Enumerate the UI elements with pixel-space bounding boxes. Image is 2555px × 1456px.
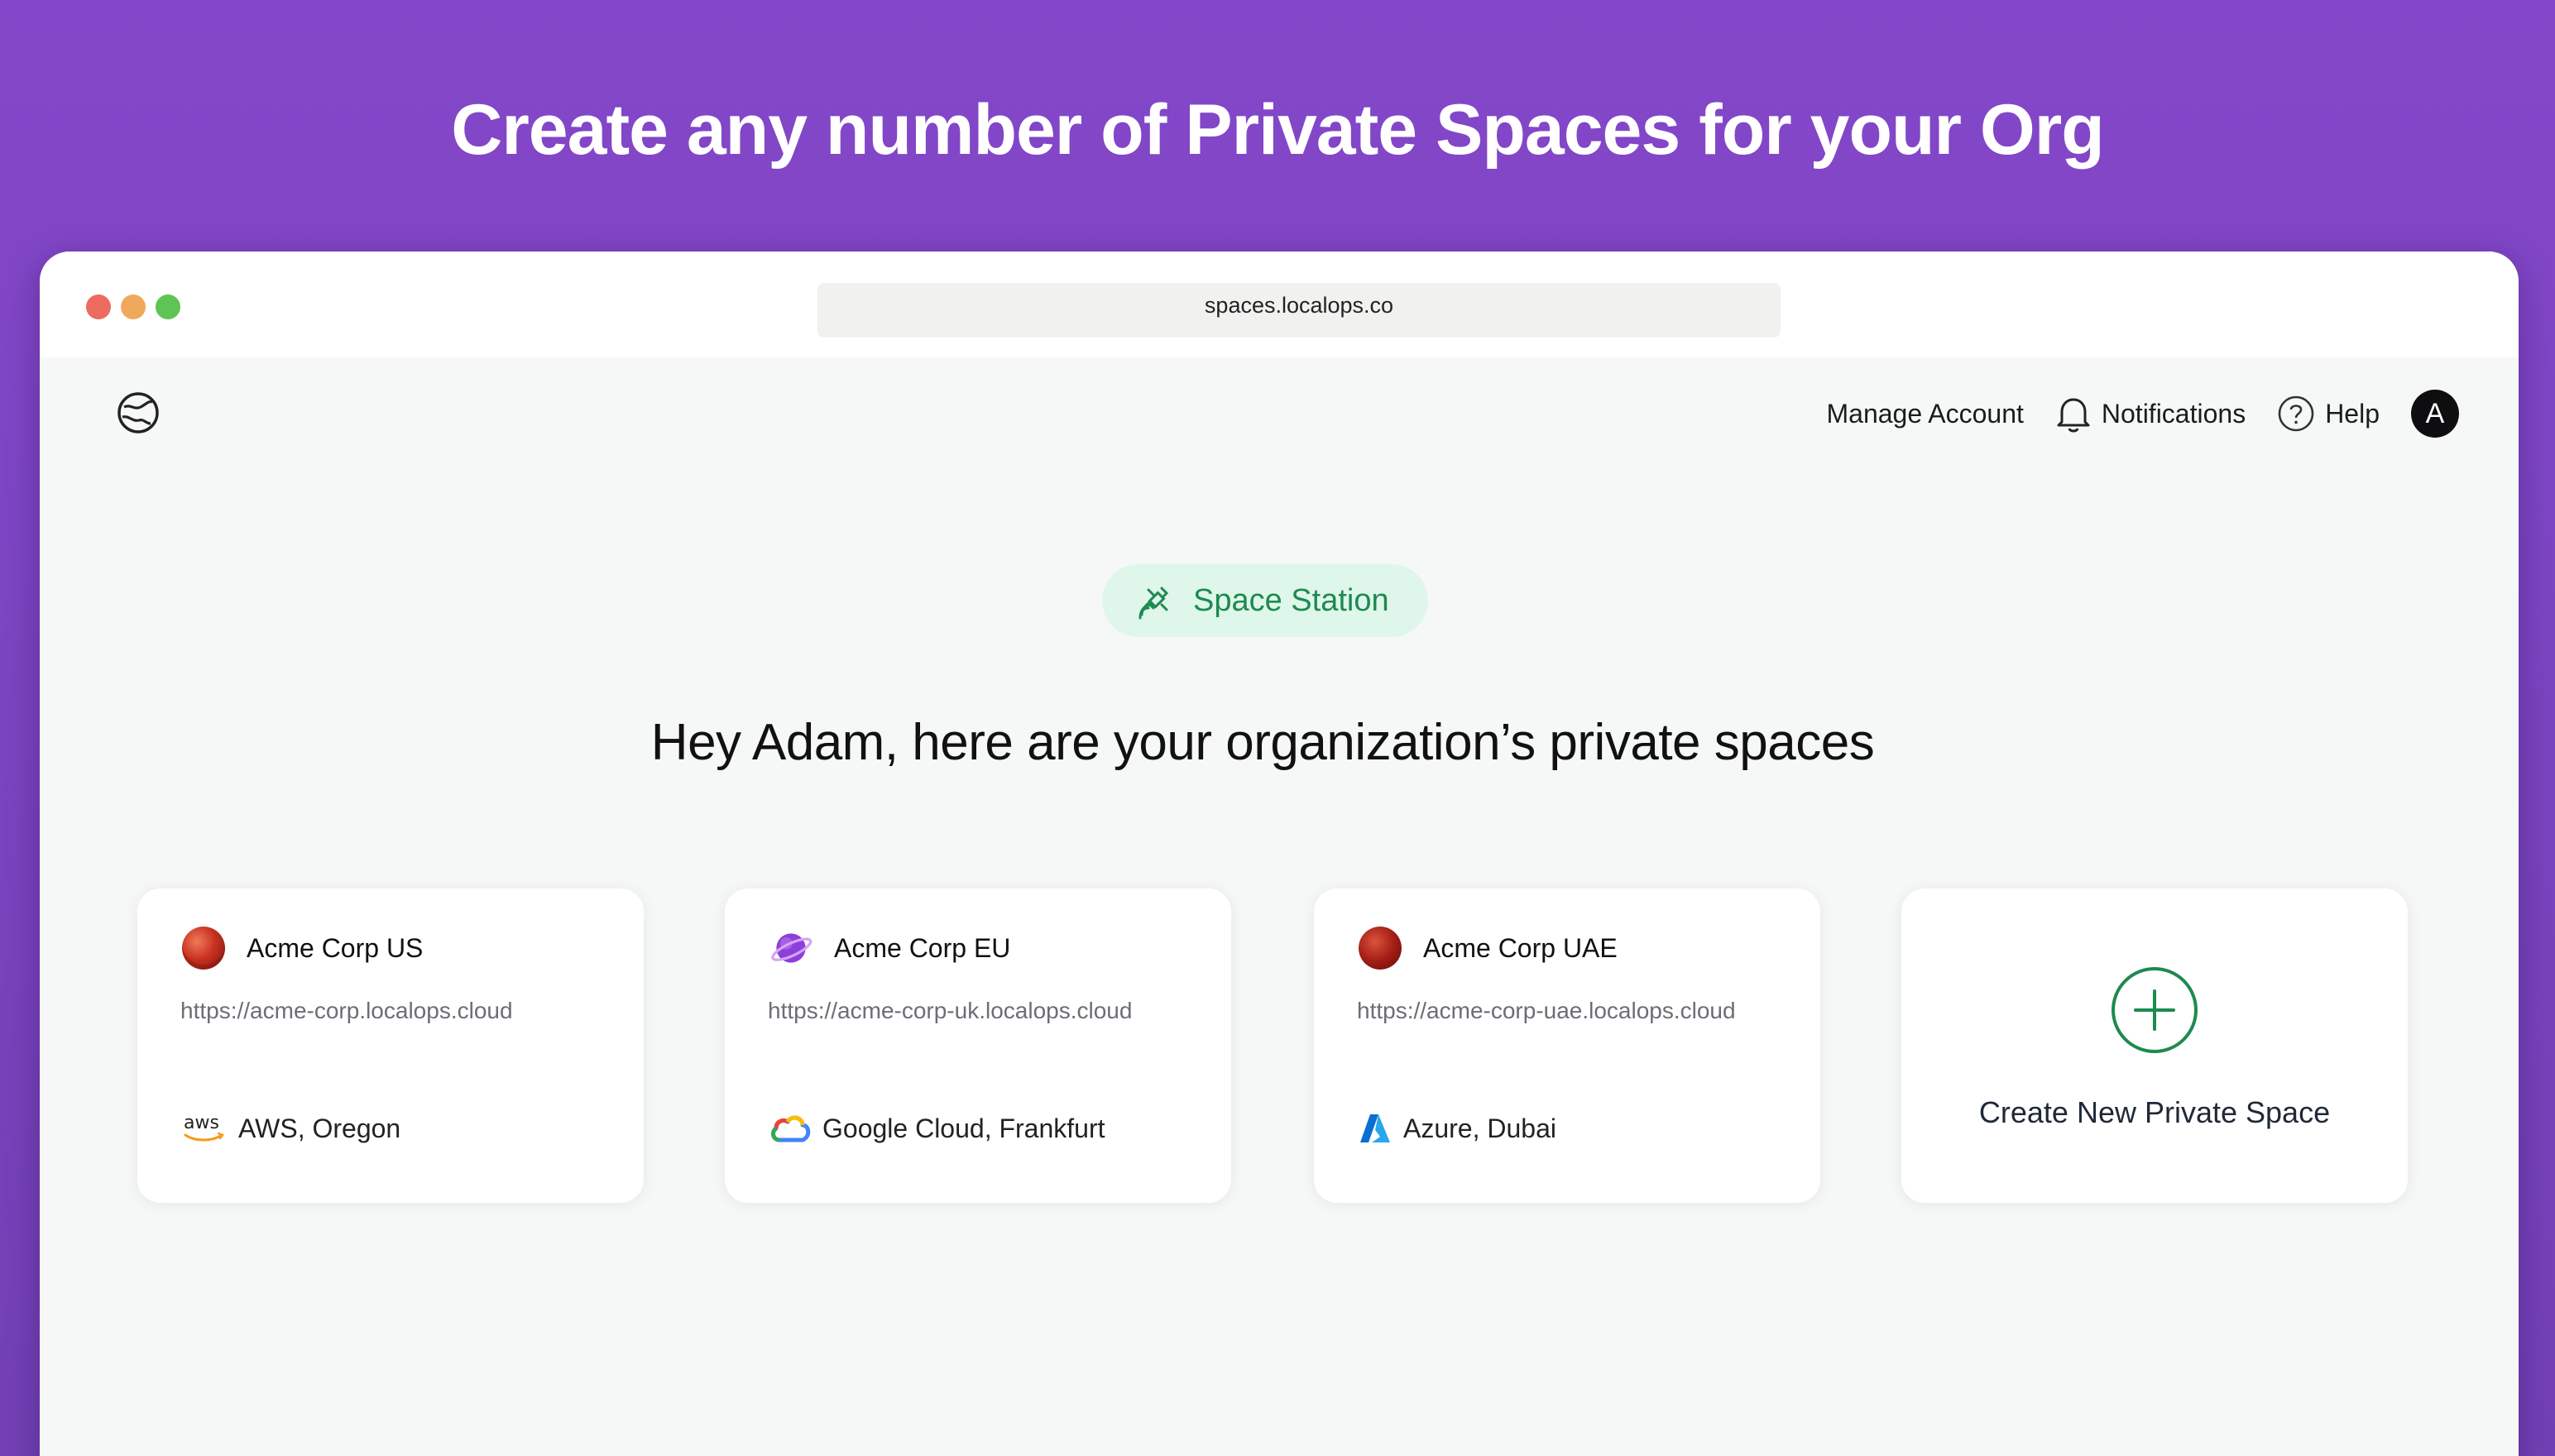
help-label: Help: [2325, 398, 2380, 429]
top-nav: Manage Account Notifications Help A: [40, 357, 2519, 457]
help-link[interactable]: Help: [2277, 395, 2380, 433]
browser-window: spaces.localops.co Manage Account Notifi…: [40, 251, 2519, 1456]
headline: Create any number of Private Spaces for …: [451, 90, 2105, 170]
space-provider-label: Azure, Dubai: [1403, 1113, 1556, 1143]
question-circle-icon: [2278, 395, 2314, 432]
minimize-window-button[interactable]: [121, 295, 146, 319]
google-cloud-icon: [771, 1115, 811, 1142]
space-provider: Azure, Dubai: [1359, 1112, 1556, 1145]
space-station-badge: Space Station: [1102, 564, 1428, 637]
manage-account-label: Manage Account: [1826, 398, 2024, 429]
space-url[interactable]: https://acme-corp-uk.localops.cloud: [768, 998, 1132, 1024]
maximize-window-button[interactable]: [156, 295, 180, 319]
mars-icon: [1359, 927, 1402, 970]
create-space-label: Create New Private Space: [1978, 1095, 2331, 1129]
address-bar[interactable]: spaces.localops.co: [817, 283, 1781, 338]
aws-icon: aws: [184, 1113, 224, 1142]
space-provider: aws AWS, Oregon: [182, 1112, 400, 1145]
space-card[interactable]: Acme Corp EU https://acme-corp-uk.localo…: [725, 888, 1231, 1203]
azure-icon: [1360, 1114, 1390, 1142]
space-station-label: Space Station: [1193, 582, 1389, 618]
notifications-label: Notifications: [2101, 398, 2246, 429]
manage-account-link[interactable]: Manage Account: [1827, 399, 2024, 429]
space-card[interactable]: Acme Corp US https://acme-corp.localops.…: [137, 888, 644, 1203]
close-window-button[interactable]: [86, 295, 111, 319]
space-card[interactable]: Acme Corp UAE https://acme-corp-uae.loca…: [1314, 888, 1820, 1203]
ringed-planet-icon: [771, 933, 813, 963]
space-url[interactable]: https://acme-corp.localops.cloud: [180, 998, 513, 1024]
space-card-header: Acme Corp UAE: [1359, 927, 1618, 970]
nav-actions: Manage Account Notifications Help A: [1795, 390, 2459, 438]
space-url[interactable]: https://acme-corp-uae.localops.cloud: [1357, 998, 1736, 1024]
space-name: Acme Corp EU: [834, 932, 1011, 963]
space-name: Acme Corp UAE: [1423, 932, 1618, 963]
space-name: Acme Corp US: [247, 932, 424, 963]
red-planet-icon: [182, 927, 225, 970]
notifications-link[interactable]: Notifications: [2055, 394, 2246, 433]
satellite-icon: [1138, 587, 1169, 620]
browser-titlebar: spaces.localops.co: [40, 251, 2519, 357]
space-card-header: Acme Corp EU: [769, 927, 1010, 970]
globe-logo-icon[interactable]: [116, 390, 161, 435]
svg-text:aws: aws: [184, 1113, 219, 1133]
page-greeting: Hey Adam, here are your organization’s p…: [650, 714, 1875, 771]
space-provider-label: AWS, Oregon: [238, 1113, 401, 1143]
bell-icon: [2057, 398, 2090, 433]
create-space-card[interactable]: Create New Private Space: [1901, 888, 2408, 1203]
space-card-header: Acme Corp US: [182, 927, 423, 970]
space-provider-label: Google Cloud, Frankfurt: [822, 1113, 1105, 1143]
space-provider: Google Cloud, Frankfurt: [769, 1112, 1105, 1145]
plus-circle-icon: [2112, 967, 2198, 1053]
avatar[interactable]: A: [2411, 390, 2459, 438]
